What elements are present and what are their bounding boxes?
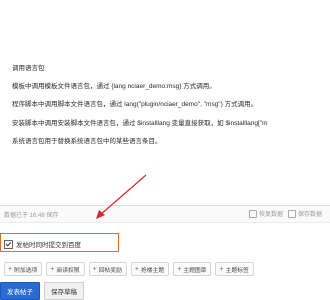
editor-line: 调用语言包 [12,65,45,72]
sync-baidu-label: 发帖时同时提交到百度 [16,242,81,249]
restore-data-link[interactable]: 恢复数据 [248,209,283,218]
reply-reward-button[interactable]: + 回帖奖励 [88,262,127,276]
restore-data-label: 恢复数据 [258,212,283,218]
sync-baidu-checkbox[interactable] [4,239,13,249]
submit-actions: 发表帖子 保存草稿 [0,282,84,300]
plus-icon: + [8,265,13,273]
topic-tags-button[interactable]: + 主题标签 [215,262,254,276]
autosave-status: 数据已于 16:48 保存 [4,213,59,219]
sync-baidu-option[interactable]: 发帖时同时提交到百度 [4,239,81,249]
read-permission-label: 阅读权限 [56,267,80,274]
plus-icon: + [219,265,224,273]
topic-tags-label: 主题标签 [225,267,249,274]
reply-reward-label: 回帖奖励 [98,267,122,274]
read-permission-button[interactable]: + 阅读权限 [46,262,85,276]
plus-icon: + [50,265,55,273]
extra-options-label: 附加选项 [14,267,38,274]
floor-grab-button[interactable]: + 抢楼主题 [130,262,170,276]
save-draft-button[interactable]: 保存草稿 [44,282,84,300]
plus-icon: + [177,265,182,273]
topic-stamp-label: 主题图章 [183,267,207,274]
submit-post-button[interactable]: 发表帖子 [0,282,40,300]
post-editor-area[interactable]: 调用语言包 模板中调用模板文件语言包，通过 {lang nciaer_demo:… [0,0,330,206]
editor-line: 程序脚本中调用脚本文件语言包，通过 lang("plugin/nciaer_de… [12,101,258,109]
extra-options-button[interactable]: + 附加选项 [4,262,43,276]
sync-option-highlight: 发帖时同时提交到百度 [0,233,119,252]
status-actions: 恢复数据 保存数据 [248,209,322,218]
save-data-link[interactable]: 保存数据 [287,209,322,218]
floor-grab-label: 抢楼主题 [140,267,165,274]
editor-line: 安装脚本中调用安装脚本文件语言包，通过 $installlang 变量直接获取，… [12,119,268,127]
restore-icon [248,209,257,218]
plus-icon: + [134,265,139,273]
post-extras-toolbar: + 附加选项 + 阅读权限 + 回帖奖励 + 抢楼主题 + 主题图章 + 主题标… [4,262,254,276]
editor-line: 模板中调用模板文件语言包，通过 {lang nciaer_demo:msg} 方… [12,83,216,91]
save-icon [287,209,296,218]
save-data-label: 保存数据 [297,212,322,218]
topic-stamp-button[interactable]: + 主题图章 [173,262,212,276]
plus-icon: + [92,265,97,273]
editor-line: 系统语言包用于替换系统语言包中的某些语言条目。 [12,137,162,145]
editor-status-bar: 数据已于 16:48 保存 恢复数据 保存数据 [0,206,330,223]
editor-content[interactable]: 调用语言包 模板中调用模板文件语言包，通过 {lang nciaer_demo:… [12,64,330,155]
